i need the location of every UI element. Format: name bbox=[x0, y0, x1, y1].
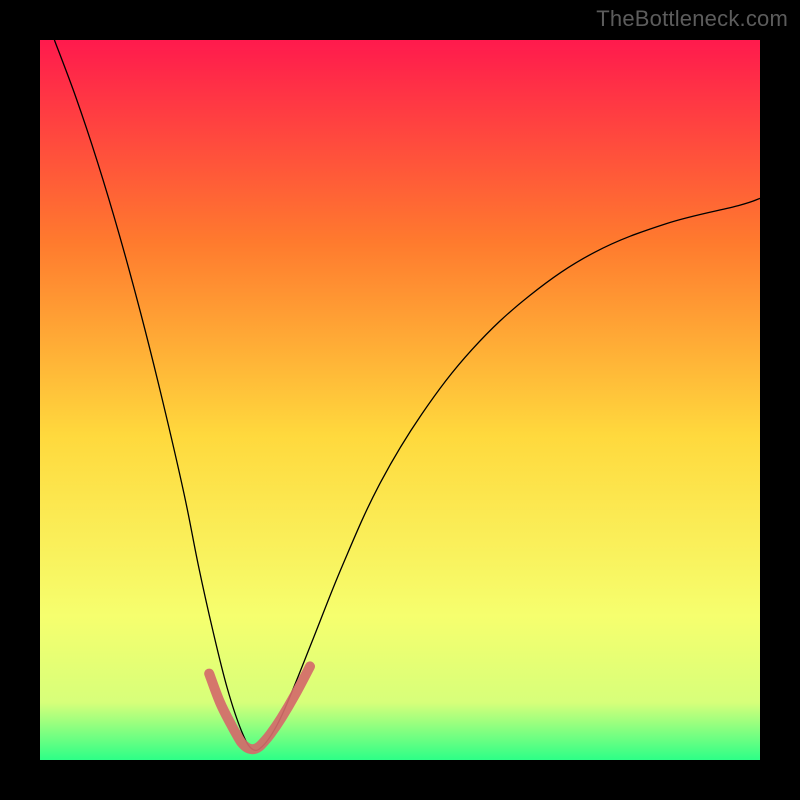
plot-area bbox=[40, 40, 760, 760]
chart-frame: TheBottleneck.com bbox=[0, 0, 800, 800]
gradient-background bbox=[40, 40, 760, 760]
watermark-text: TheBottleneck.com bbox=[596, 6, 788, 32]
chart-svg bbox=[40, 40, 760, 760]
